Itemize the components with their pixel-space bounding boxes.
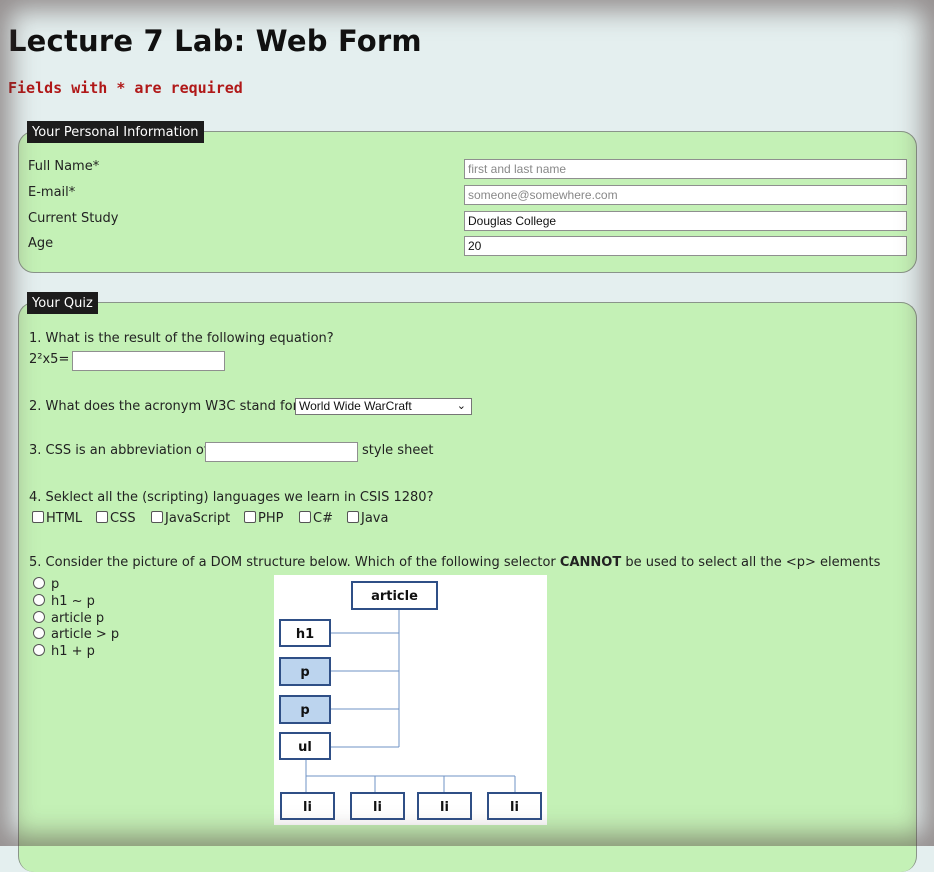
checkbox-box[interactable] — [151, 511, 163, 523]
question-5-text: 5. Consider the picture of a DOM structu… — [29, 555, 881, 570]
full-name-input[interactable] — [464, 159, 907, 179]
personal-info-fieldset: Your Personal Information Full Name* E-m… — [18, 121, 917, 273]
node-li-2: li — [350, 792, 405, 820]
age-label: Age — [28, 236, 54, 251]
svg-text:li: li — [373, 800, 382, 815]
radio-circle[interactable] — [33, 644, 45, 656]
checkbox-box[interactable] — [32, 511, 44, 523]
node-p-2: p — [279, 695, 331, 724]
email-input[interactable] — [464, 185, 907, 205]
chevron-down-icon: ⌄ — [456, 400, 466, 412]
question-3-text: 3. CSS is an abbreviation of — [29, 443, 209, 458]
question-3-suffix: style sheet — [362, 443, 434, 458]
personal-info-legend: Your Personal Information — [27, 121, 204, 143]
radio-circle[interactable] — [33, 611, 45, 623]
node-ul: ul — [279, 732, 331, 760]
radio-option-article-child-p[interactable]: article > p — [33, 627, 119, 642]
svg-text:li: li — [303, 800, 312, 815]
radio-option-h1-sibling-p[interactable]: h1 ~ p — [33, 594, 95, 609]
svg-text:p: p — [300, 703, 309, 718]
svg-text:li: li — [440, 800, 449, 815]
node-p-1: p — [279, 657, 331, 686]
checkbox-java[interactable]: Java — [347, 511, 388, 526]
checkbox-box[interactable] — [96, 511, 108, 523]
radio-circle[interactable] — [33, 577, 45, 589]
question-2-selected-value: World Wide WarCraft — [299, 399, 412, 413]
current-study-label: Current Study — [28, 211, 119, 226]
current-study-input[interactable] — [464, 211, 907, 231]
checkbox-javascript[interactable]: JavaScript — [151, 511, 230, 526]
age-input[interactable] — [464, 236, 907, 256]
checkbox-box[interactable] — [299, 511, 311, 523]
dom-tree-diagram: article h1 p p ul li li li li — [279, 581, 542, 820]
question-3-answer-input[interactable] — [205, 442, 358, 462]
email-label: E-mail* — [28, 185, 76, 200]
checkbox-html[interactable]: HTML — [32, 511, 82, 526]
quiz-fieldset: Your Quiz 1. What is the result of the f… — [18, 292, 917, 872]
question-5-emphasis: CANNOT — [559, 555, 622, 570]
svg-text:article: article — [371, 589, 418, 604]
svg-text:p: p — [300, 665, 309, 680]
dom-structure-image: article h1 p p ul li li li li — [274, 575, 547, 825]
svg-text:ul: ul — [298, 740, 312, 755]
question-1-equation: 2²x5= — [29, 352, 70, 367]
question-2-text: 2. What does the acronym W3C stand for? — [29, 399, 305, 414]
page-title: Lecture 7 Lab: Web Form — [8, 24, 422, 58]
required-note: Fields with * are required — [8, 79, 243, 97]
node-li-4: li — [487, 792, 542, 820]
radio-circle[interactable] — [33, 594, 45, 606]
full-name-label: Full Name* — [28, 159, 100, 174]
question-1-answer-input[interactable] — [72, 351, 225, 371]
dom-tree-connectors — [305, 609, 516, 793]
quiz-legend: Your Quiz — [27, 292, 98, 314]
checkbox-php[interactable]: PHP — [244, 511, 283, 526]
question-2-select[interactable]: World Wide WarCraft ⌄ — [295, 398, 472, 415]
question-1-text: 1. What is the result of the following e… — [29, 331, 334, 346]
checkbox-css[interactable]: CSS — [96, 511, 136, 526]
node-h1: h1 — [279, 619, 331, 647]
checkbox-csharp[interactable]: C# — [299, 511, 333, 526]
svg-text:li: li — [510, 800, 519, 815]
node-li-1: li — [280, 792, 335, 820]
radio-option-article-p[interactable]: article p — [33, 611, 104, 626]
radio-circle[interactable] — [33, 627, 45, 639]
node-article: article — [351, 581, 438, 610]
node-li-3: li — [417, 792, 472, 820]
svg-text:h1: h1 — [296, 627, 314, 642]
question-4-text: 4. Seklect all the (scripting) languages… — [29, 490, 434, 505]
checkbox-box[interactable] — [244, 511, 256, 523]
radio-option-p[interactable]: p — [33, 577, 59, 592]
checkbox-box[interactable] — [347, 511, 359, 523]
radio-option-h1-adjacent-p[interactable]: h1 + p — [33, 644, 95, 659]
